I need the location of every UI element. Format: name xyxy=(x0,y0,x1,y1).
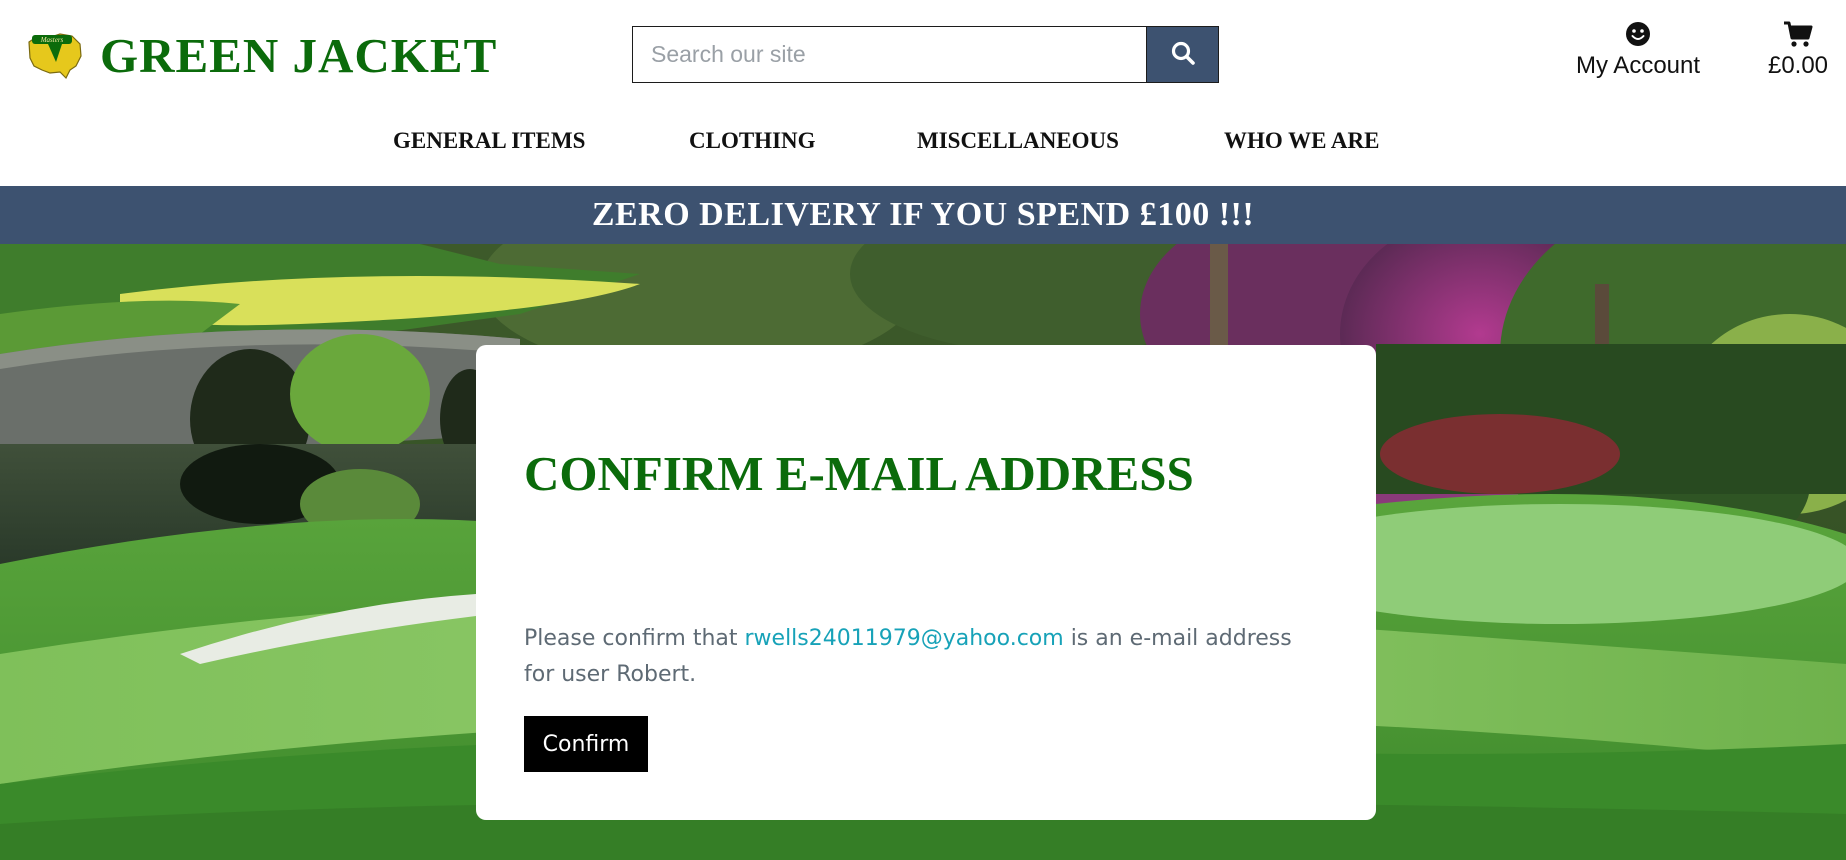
shopping-cart-icon xyxy=(1752,20,1844,48)
confirm-message-prefix: Please confirm that xyxy=(524,626,745,651)
site-header: Masters GREEN JACKET My Account xyxy=(0,0,1846,186)
email-address-link[interactable]: rwells24011979@yahoo.com xyxy=(745,626,1064,651)
my-account-label: My Account xyxy=(1575,52,1701,79)
search-input[interactable] xyxy=(632,26,1146,83)
nav-item-clothing[interactable]: CLOTHING xyxy=(689,128,816,154)
confirm-button[interactable]: Confirm xyxy=(524,716,648,772)
search-form xyxy=(632,26,1219,83)
home-logo-link[interactable]: Masters GREEN JACKET xyxy=(26,26,497,85)
masters-logo-badge: Masters xyxy=(26,26,100,85)
cart-total: £0.00 xyxy=(1767,52,1829,79)
search-icon xyxy=(1170,40,1196,69)
nav-item-miscellaneous[interactable]: MISCELLANEOUS xyxy=(917,128,1119,154)
nav-item-general-items[interactable]: GENERAL ITEMS xyxy=(393,128,585,154)
nav-item-who-we-are[interactable]: WHO WE ARE xyxy=(1224,128,1380,154)
my-account-link[interactable]: My Account xyxy=(1568,20,1708,80)
logo-badge-text: Masters xyxy=(40,36,64,44)
brand-name: GREEN JACKET xyxy=(100,28,498,83)
confirm-email-card: CONFIRM E-MAIL ADDRESS Please confirm th… xyxy=(476,345,1376,820)
smiley-user-icon xyxy=(1568,20,1708,48)
search-button[interactable] xyxy=(1146,26,1219,83)
delivery-promo-text: ZERO DELIVERY IF YOU SPEND £100 !!! xyxy=(591,196,1255,233)
shopping-cart-link[interactable]: £0.00 xyxy=(1752,20,1844,80)
delivery-promo-banner: ZERO DELIVERY IF YOU SPEND £100 !!! xyxy=(0,186,1846,244)
confirm-message: Please confirm that rwells24011979@yahoo… xyxy=(524,621,1324,693)
page-title: CONFIRM E-MAIL ADDRESS xyxy=(524,446,1194,501)
